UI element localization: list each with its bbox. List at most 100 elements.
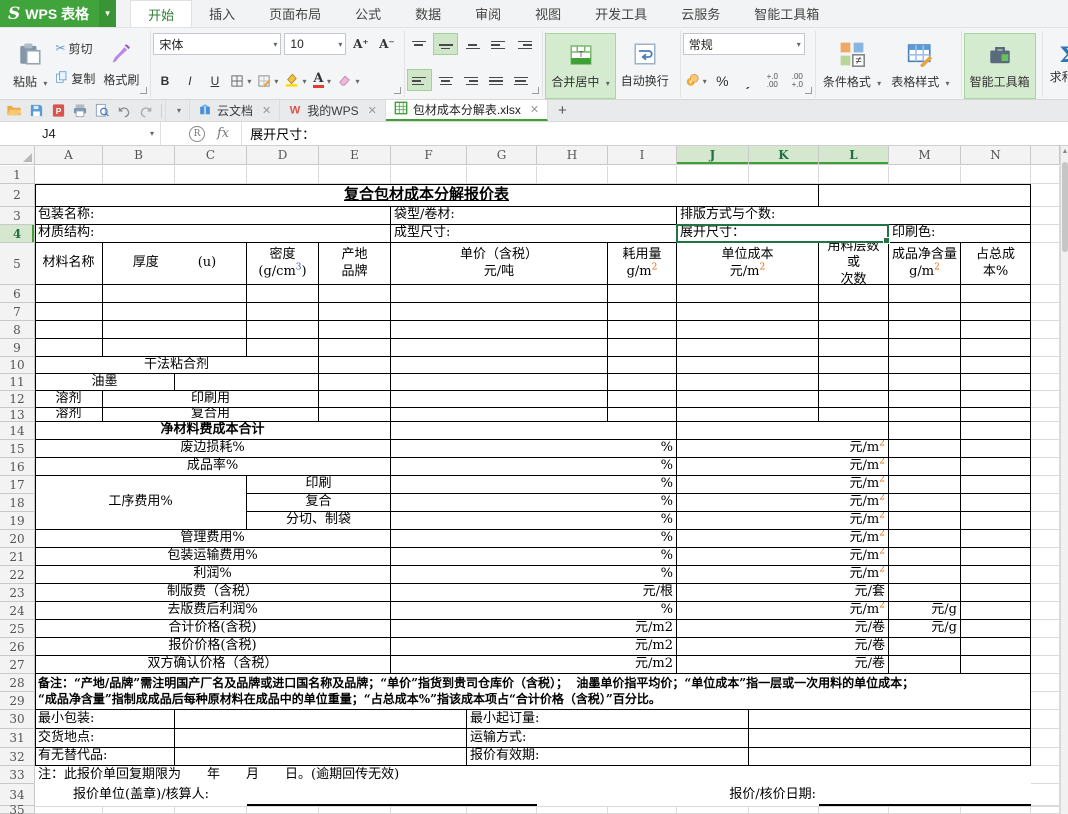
cell-F22[interactable]: % bbox=[391, 566, 677, 584]
grid-cell[interactable] bbox=[391, 166, 467, 184]
cell-N21[interactable] bbox=[961, 548, 1031, 566]
cell-N9[interactable] bbox=[961, 339, 1031, 357]
cell-E6[interactable] bbox=[319, 285, 391, 303]
cell-N27[interactable] bbox=[961, 656, 1031, 674]
align-middle-button[interactable] bbox=[433, 33, 458, 55]
cell-A20[interactable]: 管理费用% bbox=[35, 530, 391, 548]
grid-cell[interactable] bbox=[1031, 729, 1060, 748]
cell-L5[interactable]: 用料层数或次数 bbox=[819, 243, 889, 285]
grid-cell[interactable] bbox=[1031, 748, 1060, 766]
cell-A5[interactable]: 材料名称 bbox=[35, 243, 103, 285]
bold-button[interactable]: B bbox=[153, 71, 176, 91]
cell-A12[interactable]: 溶剂 bbox=[35, 391, 103, 408]
menu-tab-视图[interactable]: 视图 bbox=[518, 0, 578, 27]
cell-B6[interactable] bbox=[103, 285, 247, 303]
row-header-18[interactable]: 18 bbox=[0, 494, 35, 512]
row-header-9[interactable]: 9 bbox=[0, 339, 35, 357]
cell-N26[interactable] bbox=[961, 638, 1031, 656]
cell-A21[interactable]: 包装运输费用% bbox=[35, 548, 391, 566]
cell-N7[interactable] bbox=[961, 303, 1031, 321]
cell-L7[interactable] bbox=[819, 303, 889, 321]
cell-M20[interactable] bbox=[889, 530, 961, 548]
column-header-D[interactable]: D bbox=[247, 146, 319, 165]
grid-cell[interactable] bbox=[247, 166, 319, 184]
cell-A27[interactable]: 双方确认价格（含税） bbox=[35, 656, 391, 674]
cell-E12[interactable] bbox=[319, 391, 391, 408]
cell-N6[interactable] bbox=[961, 285, 1031, 303]
cell-N12[interactable] bbox=[961, 391, 1031, 408]
cell-N19[interactable] bbox=[961, 512, 1031, 530]
clear-format-button[interactable]: ▾ bbox=[335, 71, 361, 91]
grid-cell[interactable] bbox=[1031, 243, 1060, 285]
cell-L34[interactable] bbox=[819, 784, 1031, 806]
cell-B12[interactable]: 印刷用 bbox=[103, 391, 319, 408]
decrease-indent-button[interactable] bbox=[487, 34, 510, 54]
column-header-E[interactable]: E bbox=[319, 146, 391, 165]
cell-K31[interactable] bbox=[749, 729, 1031, 748]
cell-J23[interactable]: 元/套 bbox=[677, 584, 889, 602]
column-header-M[interactable]: M bbox=[889, 146, 961, 165]
cell-B5[interactable]: 厚度 (u) bbox=[103, 243, 247, 285]
cell-N25[interactable] bbox=[961, 620, 1031, 638]
grid-cell[interactable] bbox=[1031, 806, 1060, 814]
italic-button[interactable]: I bbox=[178, 71, 201, 91]
table-style-button[interactable]: 表格样式 ▾ bbox=[886, 33, 954, 97]
cell-J20[interactable]: 元/m2 bbox=[677, 530, 889, 548]
grid-cell[interactable] bbox=[608, 806, 677, 814]
grid-cell[interactable] bbox=[889, 806, 961, 814]
cell-N8[interactable] bbox=[961, 321, 1031, 339]
cell-N20[interactable] bbox=[961, 530, 1031, 548]
grid-cell[interactable] bbox=[319, 806, 391, 814]
grid-cell[interactable] bbox=[1031, 674, 1060, 692]
grid-cell[interactable] bbox=[467, 806, 537, 814]
cut-button[interactable]: ✂剪切 bbox=[52, 39, 98, 58]
align-bottom-button[interactable] bbox=[461, 34, 484, 54]
grid-cell[interactable] bbox=[467, 166, 537, 184]
cell-C31[interactable] bbox=[175, 729, 467, 748]
grid-cell[interactable] bbox=[1031, 710, 1060, 729]
cell-F14[interactable] bbox=[391, 422, 677, 440]
menu-tab-页面布局[interactable]: 页面布局 bbox=[252, 0, 338, 27]
cell-E13[interactable] bbox=[319, 408, 391, 422]
grid-cell[interactable] bbox=[175, 166, 247, 184]
cell-F8[interactable] bbox=[391, 321, 608, 339]
cell-D7[interactable] bbox=[247, 303, 319, 321]
column-header-N[interactable]: N bbox=[961, 146, 1031, 165]
row-header-7[interactable]: 7 bbox=[0, 303, 35, 321]
cell-B8[interactable] bbox=[103, 321, 247, 339]
cell-M10[interactable] bbox=[889, 357, 961, 374]
cell-F6[interactable] bbox=[391, 285, 608, 303]
cell-D5[interactable]: 密度(g/cm3) bbox=[247, 243, 319, 285]
row-header-27[interactable]: 27 bbox=[0, 656, 35, 674]
cell-F13[interactable] bbox=[391, 408, 608, 422]
cell-M27[interactable] bbox=[889, 656, 961, 674]
grid-cell[interactable] bbox=[1031, 225, 1060, 243]
row-header-11[interactable]: 11 bbox=[0, 374, 35, 391]
grid-cell[interactable] bbox=[1031, 374, 1060, 391]
row-header-24[interactable]: 24 bbox=[0, 602, 35, 620]
fill-color-button[interactable]: ▾ bbox=[282, 71, 308, 91]
align-center-button[interactable] bbox=[434, 70, 457, 90]
new-tab-button[interactable]: + bbox=[548, 100, 577, 121]
format-painter-button[interactable]: 格式刷 bbox=[98, 33, 144, 97]
name-box[interactable]: J4 ▾ bbox=[0, 122, 161, 145]
cell-K32[interactable] bbox=[749, 748, 1031, 766]
cell-M8[interactable] bbox=[889, 321, 961, 339]
insert-function-button[interactable]: fx bbox=[217, 126, 229, 141]
cell-L8[interactable] bbox=[819, 321, 889, 339]
cell-D8[interactable] bbox=[247, 321, 319, 339]
row-header-23[interactable]: 23 bbox=[0, 584, 35, 602]
cell-M11[interactable] bbox=[889, 374, 961, 391]
row-header-12[interactable]: 12 bbox=[0, 391, 35, 408]
grid-cell[interactable] bbox=[819, 166, 889, 184]
export-pdf-button[interactable]: P bbox=[48, 102, 68, 120]
cell-F21[interactable]: % bbox=[391, 548, 677, 566]
row-header-3[interactable]: 3 bbox=[0, 207, 35, 225]
grid-cell[interactable] bbox=[1031, 620, 1060, 638]
cell-M21[interactable] bbox=[889, 548, 961, 566]
cell-J17[interactable]: 元/m2 bbox=[677, 476, 889, 494]
menu-tab-数据[interactable]: 数据 bbox=[398, 0, 458, 27]
cell-L12[interactable] bbox=[819, 391, 889, 408]
cell-A3[interactable]: 包装名称: bbox=[35, 207, 391, 225]
align-left-button[interactable] bbox=[407, 69, 432, 91]
